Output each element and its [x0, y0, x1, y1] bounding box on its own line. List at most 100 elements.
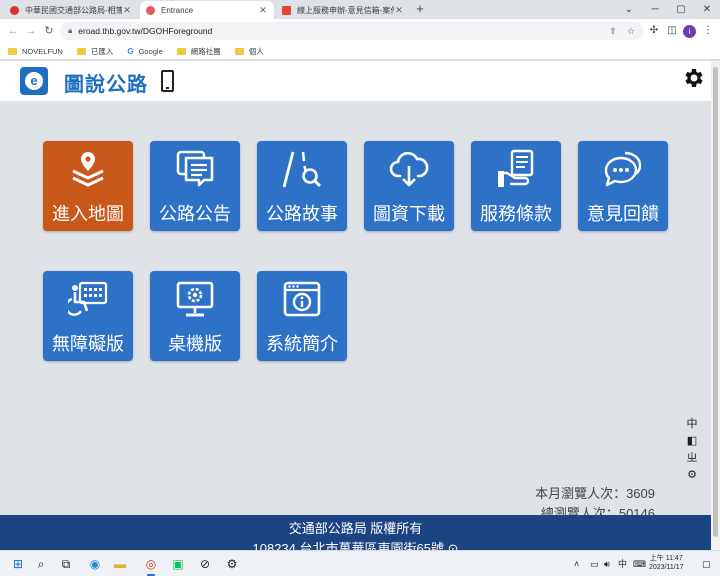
browser-tab-bar: 中華民國交通部公路局-相簿網頁… ✕ Entrance ✕ 線上服務申辦-意見信… [0, 0, 720, 19]
page-viewport: e 圖說公路 進入地圖 公路公告 公路故事 圖資下載 服務條款 意見回饋 無障礙… [0, 61, 711, 550]
road-search-icon [282, 151, 322, 188]
bookmark-personal[interactable]: 個人 [234, 46, 264, 57]
taskbar-search-icon[interactable]: ⌕ [31, 554, 51, 574]
tab-title: 線上服務申辦-意見信箱-案件處… [297, 5, 394, 15]
ime-indicator[interactable]: 中 [618, 555, 627, 573]
extensions-icon[interactable]: ✣ [646, 23, 662, 39]
accessibility-keyboard-icon [68, 281, 108, 316]
taskbar-clock[interactable]: 上午 11:47 2023/11/17 [649, 554, 684, 572]
tile-system-introduction[interactable]: 系統簡介 [257, 271, 347, 361]
menu-kebab-icon[interactable]: ⋮ [700, 23, 716, 39]
tile-label: 系統簡介 [266, 334, 338, 354]
bookmark-social-groups[interactable]: 網路社團 [176, 46, 221, 57]
close-tab-icon[interactable]: ✕ [394, 5, 404, 16]
scrollbar-thumb[interactable] [713, 67, 718, 537]
share-icon[interactable]: ⇪ [606, 22, 620, 40]
folder-icon [76, 47, 86, 55]
edge-browser-icon[interactable]: ◉ [85, 554, 105, 574]
tile-label: 公路公告 [159, 204, 231, 224]
folder-icon [176, 47, 186, 55]
line-app-icon[interactable]: ▣ [168, 554, 188, 574]
settings-gear-icon[interactable] [681, 66, 705, 90]
clock-date: 2023/11/17 [649, 564, 684, 571]
site-favicon-icon [146, 5, 155, 15]
notification-icon[interactable]: ▢ [702, 555, 711, 573]
logo-e-icon: e [25, 72, 43, 90]
tile-label: 進入地圖 [52, 204, 124, 224]
tab-search-icon[interactable]: ⌄ [616, 0, 642, 19]
folder-icon [234, 47, 244, 55]
mobile-phone-icon [161, 70, 174, 92]
bookmark-star-icon[interactable]: ☆ [624, 22, 638, 40]
tray-overflow-icon[interactable]: ˄ [574, 555, 579, 573]
browser-tab-thb-album[interactable]: 中華民國交通部公路局-相簿網頁… ✕ [4, 1, 138, 19]
footer-address: 108234 台北市萬華區東園街65號 ⊙ [0, 539, 711, 550]
address-bar[interactable]: 🔒︎ eroad.thb.gov.tw/DGOHForeground [60, 22, 644, 40]
tile-terms-of-service[interactable]: 服務條款 [471, 141, 561, 231]
browser-tab-entrance[interactable]: Entrance ✕ [140, 1, 274, 19]
language-chinese-button[interactable]: 中 [684, 416, 700, 433]
bookmark-label: 網路社團 [190, 46, 221, 56]
back-icon[interactable]: ← [5, 23, 21, 39]
close-tab-icon[interactable]: ✕ [258, 5, 268, 16]
reload-icon[interactable]: ↻ [41, 23, 57, 39]
tile-label: 桌機版 [168, 334, 222, 354]
maximize-icon[interactable]: ▢ [668, 0, 694, 19]
tile-road-stories[interactable]: 公路故事 [257, 141, 347, 231]
side-panel-icon[interactable]: ◫ [664, 23, 680, 39]
bookmark-novelfun[interactable]: NOVELFUN [8, 47, 63, 56]
settings-taskbar-icon[interactable]: ⚙ [222, 554, 242, 574]
speaker-icon[interactable]: 🔊︎ [604, 555, 610, 573]
browser-tab-gmail[interactable]: 線上服務申辦-意見信箱-案件處… ✕ [276, 1, 410, 19]
tile-enter-map[interactable]: 進入地圖 [43, 141, 133, 231]
minimize-icon[interactable]: ─ [642, 0, 668, 19]
phonetic-toggle-icon[interactable]: ㄓ [684, 450, 700, 467]
lock-icon: 🔒︎ [68, 26, 73, 35]
chrome-browser-icon[interactable]: ◎ [141, 554, 161, 576]
forward-icon[interactable]: → [23, 23, 39, 39]
info-window-icon [283, 281, 321, 317]
location-pin-icon[interactable]: ⊙ [448, 541, 459, 550]
task-view-icon[interactable]: ⧉ [56, 554, 76, 574]
close-tab-icon[interactable]: ✕ [122, 5, 132, 16]
tile-feedback[interactable]: 意見回饋 [578, 141, 668, 231]
desktop-gear-icon [176, 281, 214, 317]
close-window-icon[interactable]: ✕ [694, 0, 720, 19]
settings-small-gear-icon[interactable]: ⚙ [684, 467, 700, 484]
windows-start-icon[interactable]: ⊞ [8, 554, 28, 574]
footer-address-text: 108234 台北市萬華區東園街65號 [252, 541, 444, 550]
file-explorer-icon[interactable]: ▬ [110, 554, 130, 574]
profile-avatar[interactable]: i [683, 25, 696, 38]
map-pin-layers-icon [72, 152, 104, 187]
site-logo[interactable]: e [20, 67, 48, 95]
monthly-visits: 本月瀏覽人次：3609 [535, 486, 655, 501]
bookmark-label: 已匯入 [90, 46, 114, 56]
bookmark-label: NOVELFUN [22, 46, 63, 56]
cloud-download-icon [389, 151, 429, 187]
new-tab-button[interactable]: + [412, 1, 428, 17]
announcement-chat-icon [176, 150, 214, 187]
feedback-bubble-icon [604, 151, 642, 187]
browser-toolbar: ← → ↻ 🔒︎ eroad.thb.gov.tw/DGOHForeground… [0, 19, 720, 43]
tile-label: 無障礙版 [52, 334, 124, 354]
windows-taskbar: ⊞ ⌕ ⧉ ◉ ▬ ◎ ▣ ⊘ ⚙ ˄ ▭ 🔊︎ 中 ⌨ 上午 11:47 20… [0, 550, 720, 576]
tile-desktop-version[interactable]: 桌機版 [150, 271, 240, 361]
bookmark-google[interactable]: G Google [127, 47, 162, 56]
snipping-tool-icon[interactable]: ⊘ [195, 554, 215, 574]
tile-accessible-version[interactable]: 無障礙版 [43, 271, 133, 361]
ime-mode-icon[interactable]: ⌨ [633, 555, 646, 573]
tile-road-announcements[interactable]: 公路公告 [150, 141, 240, 231]
google-icon: G [127, 46, 134, 56]
tile-map-download[interactable]: 圖資下載 [364, 141, 454, 231]
tray-app-icon[interactable]: ▭ [590, 555, 599, 573]
tile-label: 公路故事 [266, 204, 338, 224]
page-scrollbar[interactable] [711, 61, 720, 550]
tile-label: 圖資下載 [373, 204, 445, 224]
contrast-toggle-icon[interactable]: ◧ [684, 433, 700, 450]
clock-time: 上午 11:47 [649, 555, 683, 562]
bookmark-imported[interactable]: 已匯入 [76, 46, 114, 57]
gmail-favicon-icon [282, 5, 291, 15]
bookmarks-bar: NOVELFUN 已匯入 G Google 網路社團 個人 [0, 43, 720, 60]
site-header: e 圖說公路 [0, 61, 711, 101]
thb-favicon-icon [10, 5, 19, 15]
